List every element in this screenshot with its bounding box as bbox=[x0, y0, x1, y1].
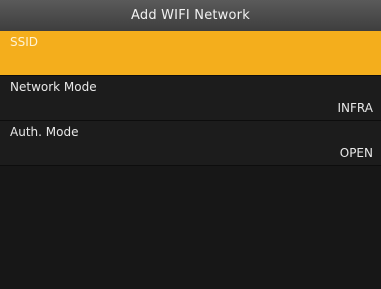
settings-menu: SSID Network Mode INFRA Auth. Mode OPEN bbox=[0, 31, 381, 166]
menu-item-auth-mode[interactable]: Auth. Mode OPEN bbox=[0, 121, 381, 166]
menu-item-ssid[interactable]: SSID bbox=[0, 31, 381, 76]
menu-item-value: INFRA bbox=[337, 101, 373, 115]
menu-item-network-mode[interactable]: Network Mode INFRA bbox=[0, 76, 381, 121]
menu-item-label: SSID bbox=[10, 35, 39, 49]
menu-item-label: Network Mode bbox=[10, 80, 97, 94]
menu-item-value: OPEN bbox=[339, 146, 373, 160]
device-screen: Add WIFI Network SSID Network Mode INFRA… bbox=[0, 0, 381, 289]
menu-item-label: Auth. Mode bbox=[10, 125, 79, 139]
screen-title: Add WIFI Network bbox=[0, 0, 381, 31]
empty-list-area bbox=[0, 166, 381, 289]
